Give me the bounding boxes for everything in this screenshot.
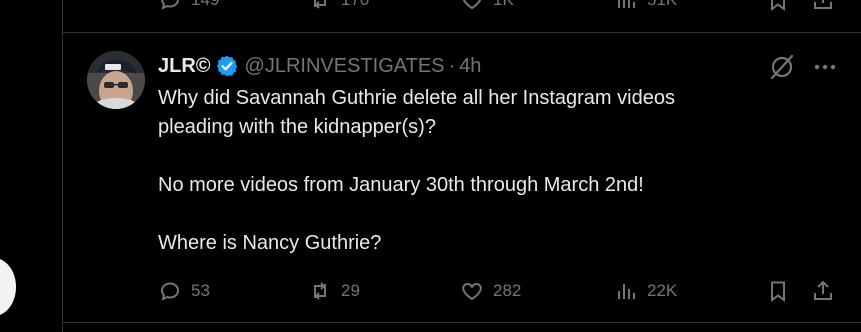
tweet-actions: 53 29 282 22K bbox=[63, 279, 861, 307]
reply-icon bbox=[160, 282, 180, 301]
author-display-name[interactable]: JLR© bbox=[158, 55, 211, 78]
reply-icon bbox=[161, 0, 179, 10]
tweet-text: Why did Savannah Guthrie delete all her … bbox=[158, 84, 808, 258]
repost-count: 29 bbox=[341, 281, 360, 300]
prev-views-button[interactable]: 51K bbox=[614, 0, 677, 12]
prev-like-count: 1K bbox=[493, 0, 514, 10]
header-separator: · bbox=[448, 54, 456, 77]
share-button[interactable] bbox=[811, 279, 835, 303]
tweet-text-line: No more videos from January 30th through… bbox=[158, 174, 644, 196]
bookmark-icon bbox=[771, 0, 785, 11]
tweet-header: JLR© @JLRINVESTIGATES · 4h bbox=[158, 53, 481, 79]
floating-compose-button[interactable] bbox=[0, 258, 16, 316]
bookmark-button[interactable] bbox=[766, 279, 790, 303]
like-count: 282 bbox=[493, 281, 522, 300]
tweet-timestamp[interactable]: 4h bbox=[459, 55, 481, 78]
views-icon bbox=[618, 284, 635, 299]
repost-icon bbox=[314, 0, 326, 9]
prev-reply-count: 149 bbox=[191, 0, 219, 10]
heart-icon bbox=[462, 0, 482, 10]
views-button[interactable]: 22K bbox=[614, 279, 677, 303]
repost-icon bbox=[314, 282, 326, 300]
grok-icon bbox=[770, 54, 794, 80]
more-icon bbox=[814, 64, 836, 70]
tweet-divider-bottom bbox=[63, 322, 861, 323]
share-icon bbox=[814, 0, 832, 9]
like-button[interactable]: 282 bbox=[460, 279, 521, 303]
prev-reply-button[interactable]: 149 bbox=[158, 0, 219, 12]
avatar-image bbox=[87, 51, 145, 109]
tweet-text-line: Where is Nancy Guthrie? bbox=[158, 232, 382, 254]
tweet-text-line: pleading with the kidnapper(s)? bbox=[158, 116, 436, 138]
previous-tweet-actions: 149 170 1K 51K bbox=[63, 0, 861, 14]
prev-like-button[interactable]: 1K bbox=[460, 0, 514, 12]
author-handle[interactable]: @JLRINVESTIGATES bbox=[245, 55, 445, 78]
author-avatar[interactable] bbox=[87, 51, 145, 109]
tweet-text-line: Why did Savannah Guthrie delete all her … bbox=[158, 87, 675, 109]
prev-repost-count: 170 bbox=[341, 0, 369, 10]
prev-repost-button[interactable]: 170 bbox=[308, 0, 369, 12]
timeline-page: 149 170 1K 51K bbox=[0, 0, 861, 332]
tweet[interactable]: JLR© @JLRINVESTIGATES · 4h Why did Savan… bbox=[63, 33, 861, 323]
reply-button[interactable]: 53 bbox=[158, 279, 210, 303]
timeline-column: 149 170 1K 51K bbox=[62, 0, 861, 332]
share-icon bbox=[814, 280, 832, 300]
bookmark-icon bbox=[771, 281, 785, 302]
repost-button[interactable]: 29 bbox=[308, 279, 360, 303]
prev-bookmark-button[interactable] bbox=[766, 0, 790, 12]
prev-views-count: 51K bbox=[647, 0, 677, 10]
grok-button[interactable] bbox=[768, 53, 796, 81]
heart-icon bbox=[462, 282, 482, 301]
views-icon bbox=[618, 0, 635, 8]
verified-badge-icon bbox=[216, 55, 237, 77]
more-options-button[interactable] bbox=[811, 53, 839, 81]
views-count: 22K bbox=[647, 281, 678, 300]
prev-share-button[interactable] bbox=[811, 0, 835, 12]
reply-count: 53 bbox=[191, 281, 210, 300]
